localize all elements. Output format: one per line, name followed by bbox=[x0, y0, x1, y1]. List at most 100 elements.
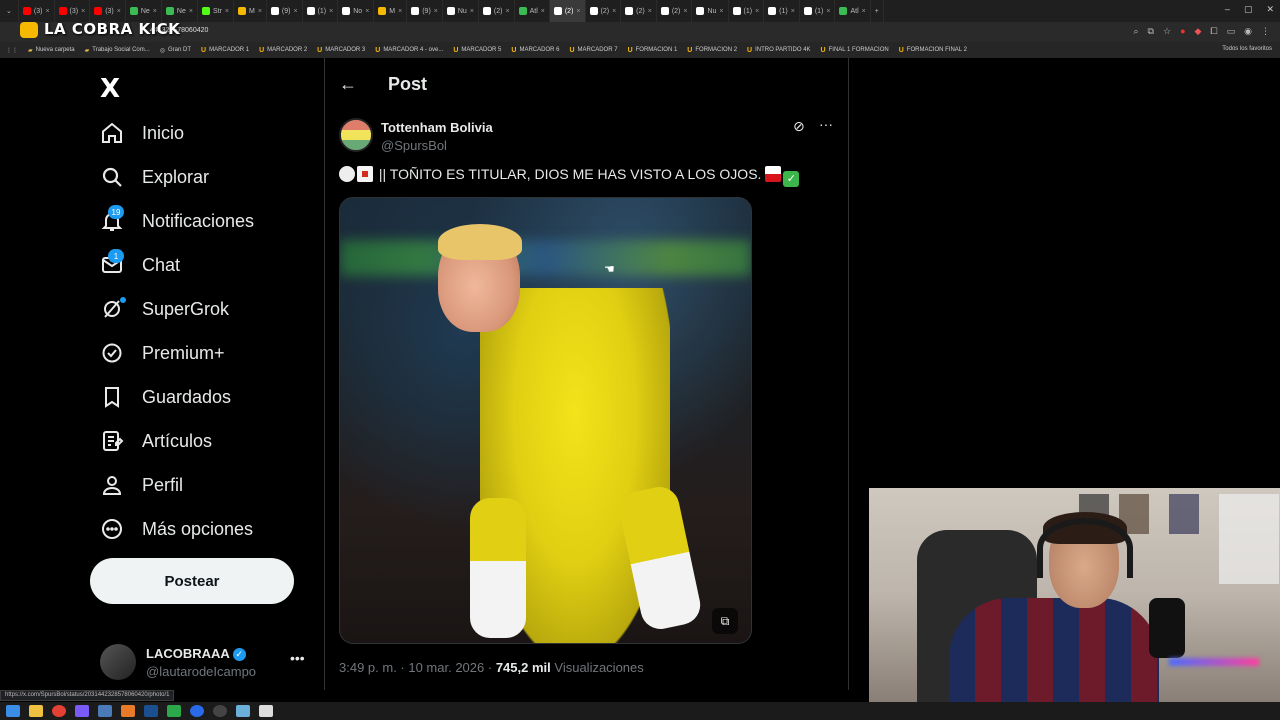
bookmark-item[interactable]: U FORMACION FINAL 2 bbox=[899, 47, 967, 54]
author-avatar[interactable] bbox=[339, 118, 373, 152]
bookmark-item[interactable]: U MARCADOR 1 bbox=[201, 47, 249, 54]
browser-tab[interactable]: Atl × bbox=[515, 0, 550, 22]
chrome-icon[interactable] bbox=[52, 705, 66, 717]
maximize-icon[interactable]: ▢ bbox=[1244, 4, 1253, 15]
browser-tab[interactable]: (1) × bbox=[764, 0, 800, 22]
tab-close-icon[interactable]: × bbox=[189, 8, 193, 15]
bookmark-item[interactable]: U MARCADOR 3 bbox=[317, 47, 365, 54]
browser-tab[interactable]: Str × bbox=[198, 0, 234, 22]
tab-close-icon[interactable]: × bbox=[329, 8, 333, 15]
tab-close-icon[interactable]: × bbox=[258, 8, 262, 15]
browser-tab[interactable]: (2) × bbox=[549, 0, 586, 22]
author-handle[interactable]: @SpursBol bbox=[381, 138, 447, 153]
tab-close-icon[interactable]: × bbox=[470, 8, 474, 15]
account-switcher[interactable]: LACOBRAAA ✓ @lautarodeIcampo ••• bbox=[100, 644, 310, 684]
bookmark-item[interactable]: U MARCADOR 2 bbox=[259, 47, 307, 54]
tab-close-icon[interactable]: × bbox=[225, 8, 229, 15]
sidebar-item-guardados[interactable]: Guardados bbox=[100, 382, 231, 412]
cast-icon[interactable]: ⧉ bbox=[1148, 26, 1154, 37]
browser-tab[interactable]: (2) × bbox=[586, 0, 622, 22]
browser-tab[interactable]: Nu × bbox=[692, 0, 729, 22]
tab-close-icon[interactable]: × bbox=[683, 8, 687, 15]
windows-start-icon[interactable] bbox=[6, 705, 20, 717]
extension-icon[interactable]: ◆ bbox=[1195, 26, 1202, 37]
split-view-icon[interactable]: ▭ bbox=[1227, 26, 1236, 37]
sidebar-item-chat[interactable]: 1 Chat bbox=[100, 249, 180, 280]
close-icon[interactable]: ✕ bbox=[1266, 4, 1274, 15]
bookmark-item[interactable]: ◎ Gran DT bbox=[160, 47, 191, 54]
apps-grid-icon[interactable]: ⋮⋮ bbox=[6, 47, 18, 54]
sidebar-item-notificaciones[interactable]: 19 Notificaciones bbox=[100, 205, 254, 236]
browser-tab[interactable]: (1) × bbox=[303, 0, 339, 22]
extensions-puzzle-icon[interactable]: ⧠ bbox=[1210, 26, 1217, 37]
tab-close-icon[interactable]: × bbox=[117, 8, 121, 15]
tab-close-icon[interactable]: × bbox=[826, 8, 830, 15]
app-icon[interactable] bbox=[121, 705, 135, 717]
sidebar-item-perfil[interactable]: Perfil bbox=[100, 470, 183, 500]
browser-tab[interactable]: (3) × bbox=[19, 0, 55, 22]
star-icon[interactable]: ☆ bbox=[1163, 26, 1171, 37]
bookmark-item[interactable]: U MARCADOR 6 bbox=[511, 47, 559, 54]
sidebar-item-supergrok[interactable]: SuperGrok bbox=[100, 294, 229, 324]
tab-close-icon[interactable]: × bbox=[862, 8, 866, 15]
profile-icon[interactable]: ◉ bbox=[1244, 26, 1252, 37]
account-more-icon[interactable]: ••• bbox=[290, 650, 305, 666]
steam-icon[interactable] bbox=[144, 705, 158, 717]
tab-close-icon[interactable]: × bbox=[791, 8, 795, 15]
sidebar-item-inicio[interactable]: Inicio bbox=[100, 118, 184, 148]
bookmark-item[interactable]: U INTRO PARTIDO 4K bbox=[747, 47, 811, 54]
obs-icon[interactable] bbox=[213, 705, 227, 717]
image-tag-icon[interactable]: ⧉ bbox=[712, 608, 738, 634]
tab-close-icon[interactable]: × bbox=[293, 8, 297, 15]
zoom-icon[interactable]: ⌕ bbox=[1134, 26, 1139, 37]
tab-close-icon[interactable]: × bbox=[576, 8, 580, 15]
tab-close-icon[interactable]: × bbox=[398, 8, 402, 15]
browser-tab[interactable]: Atl × bbox=[835, 0, 871, 22]
menu-kebab-icon[interactable]: ⋮ bbox=[1261, 26, 1270, 37]
bookmark-item[interactable]: U MARCADOR 7 bbox=[569, 47, 617, 54]
bookmark-item[interactable]: U MARCADOR 4 - ove... bbox=[375, 47, 443, 54]
browser-tab[interactable]: Nu × bbox=[443, 0, 479, 22]
browser-tab[interactable]: Ne × bbox=[126, 0, 162, 22]
sidebar-item-mas-opciones[interactable]: Más opciones bbox=[100, 514, 253, 544]
app-icon[interactable] bbox=[259, 705, 273, 717]
tab-close-icon[interactable]: × bbox=[365, 8, 369, 15]
tab-close-icon[interactable]: × bbox=[755, 8, 759, 15]
file-explorer-icon[interactable] bbox=[29, 705, 43, 717]
app-icon[interactable] bbox=[167, 705, 181, 717]
tab-close-icon[interactable]: × bbox=[81, 8, 85, 15]
tab-close-icon[interactable]: × bbox=[719, 8, 723, 15]
app-icon[interactable] bbox=[236, 705, 250, 717]
x-logo[interactable]: X bbox=[100, 74, 120, 104]
browser-tab[interactable]: M × bbox=[374, 0, 408, 22]
grok-icon[interactable]: ⊘ bbox=[793, 118, 805, 135]
browser-tab[interactable]: (2) × bbox=[621, 0, 657, 22]
bookmark-item[interactable]: U MARCADOR 5 bbox=[453, 47, 501, 54]
tab-close-icon[interactable]: × bbox=[153, 8, 157, 15]
bookmark-item[interactable]: U FINAL 1 FORMACION bbox=[821, 47, 889, 54]
browser-tab[interactable]: (1) × bbox=[729, 0, 765, 22]
tab-close-icon[interactable]: × bbox=[612, 8, 616, 15]
minimize-icon[interactable]: – bbox=[1225, 4, 1230, 15]
app-icon[interactable] bbox=[75, 705, 89, 717]
post-image[interactable]: ⧉ bbox=[339, 197, 752, 644]
bookmark-item[interactable]: ▰ Nueva carpeta bbox=[28, 47, 75, 54]
bookmark-item[interactable]: ▰ Trabajo Social Com... bbox=[85, 47, 150, 54]
tab-close-icon[interactable]: × bbox=[648, 8, 652, 15]
post-timestamp[interactable]: 3:49 p. m. · 10 mar. 2026 · bbox=[339, 660, 492, 675]
back-arrow-icon[interactable]: ← bbox=[339, 74, 357, 95]
browser-tab[interactable]: M × bbox=[234, 0, 267, 22]
browser-tab[interactable]: (9) × bbox=[407, 0, 443, 22]
browser-tab[interactable]: (3) × bbox=[55, 0, 91, 22]
new-tab-icon[interactable]: + bbox=[871, 0, 884, 22]
extension-record-icon[interactable]: ● bbox=[1180, 26, 1185, 37]
tab-close-icon[interactable]: × bbox=[45, 8, 49, 15]
sidebar-item-explorar[interactable]: Explorar bbox=[100, 162, 209, 192]
bookmark-item[interactable]: U FORMACION 1 bbox=[628, 47, 678, 54]
tab-close-icon[interactable]: × bbox=[505, 8, 509, 15]
bookmark-item[interactable]: U FORMACION 2 bbox=[687, 47, 737, 54]
more-options-icon[interactable]: ··· bbox=[819, 116, 833, 132]
author-name[interactable]: Tottenham Bolivia bbox=[381, 120, 493, 135]
app-icon[interactable] bbox=[98, 705, 112, 717]
browser-tab[interactable]: (2) × bbox=[479, 0, 515, 22]
